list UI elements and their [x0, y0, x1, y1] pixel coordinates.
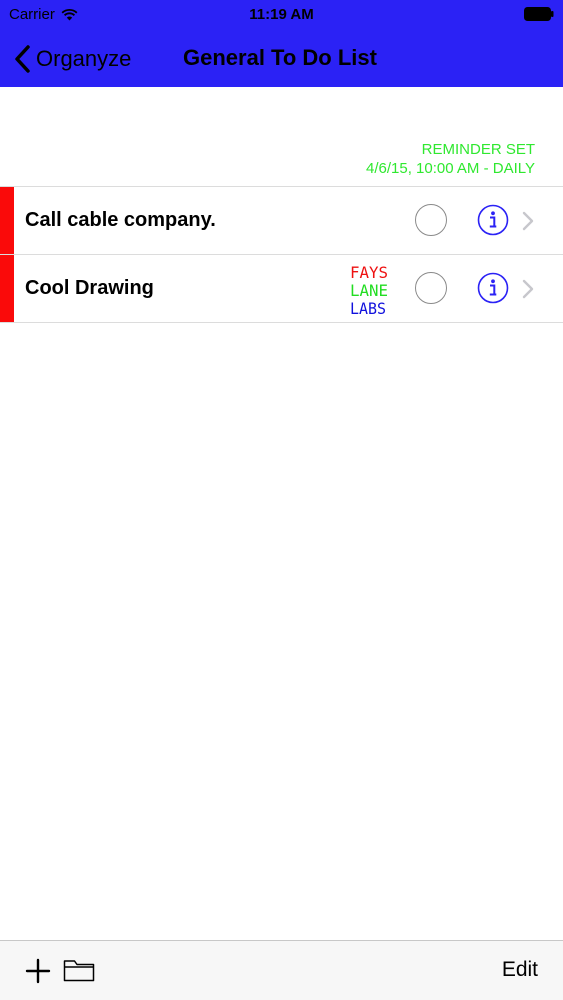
priority-bar	[0, 255, 14, 322]
drawing-text-line-1: FAYS	[350, 263, 388, 282]
drawing-text-line-3: LABS	[350, 299, 386, 316]
folder-icon[interactable]	[63, 957, 95, 983]
battery-icon	[524, 7, 554, 21]
priority-bar	[0, 187, 14, 254]
reminder-label: REMINDER SET	[421, 141, 535, 158]
drawing-text-line-2: LANE	[350, 281, 388, 300]
status-time: 11:19 AM	[249, 6, 314, 23]
plus-icon[interactable]	[24, 957, 52, 985]
list-item-title: Cool Drawing	[25, 277, 154, 299]
chevron-right-icon	[522, 211, 534, 231]
chevron-right-icon	[522, 279, 534, 299]
reminder-schedule: 4/6/15, 10:00 AM - DAILY	[366, 160, 535, 177]
todo-list: Call cable company. Cool Drawing FAYS LA…	[0, 186, 563, 323]
info-icon[interactable]	[477, 272, 509, 304]
chevron-left-icon	[15, 45, 30, 73]
back-button-label: Organyze	[36, 46, 132, 71]
screen: Carrier 11:19 AM Organyze General To Do …	[0, 0, 563, 1000]
bottom-toolbar: Edit	[0, 940, 563, 1000]
list-item-title: Call cable company.	[25, 209, 216, 231]
info-icon[interactable]	[477, 204, 509, 236]
complete-checkbox[interactable]	[415, 204, 447, 236]
top-bar: Carrier 11:19 AM Organyze General To Do …	[0, 0, 563, 87]
complete-checkbox[interactable]	[415, 272, 447, 304]
list-item[interactable]: Call cable company.	[0, 186, 563, 254]
edit-button[interactable]: Edit	[502, 958, 538, 982]
list-item[interactable]: Cool Drawing FAYS LANE LABS	[0, 254, 563, 323]
navigation-bar: Organyze General To Do List	[0, 30, 563, 87]
reminder-status: REMINDER SET 4/6/15, 10:00 AM - DAILY	[366, 140, 535, 178]
drawing-thumbnail: FAYS LANE LABS	[350, 263, 388, 316]
page-title: General To Do List	[183, 45, 377, 70]
status-bar: Carrier 11:19 AM	[0, 0, 563, 30]
back-button[interactable]: Organyze	[14, 43, 131, 75]
